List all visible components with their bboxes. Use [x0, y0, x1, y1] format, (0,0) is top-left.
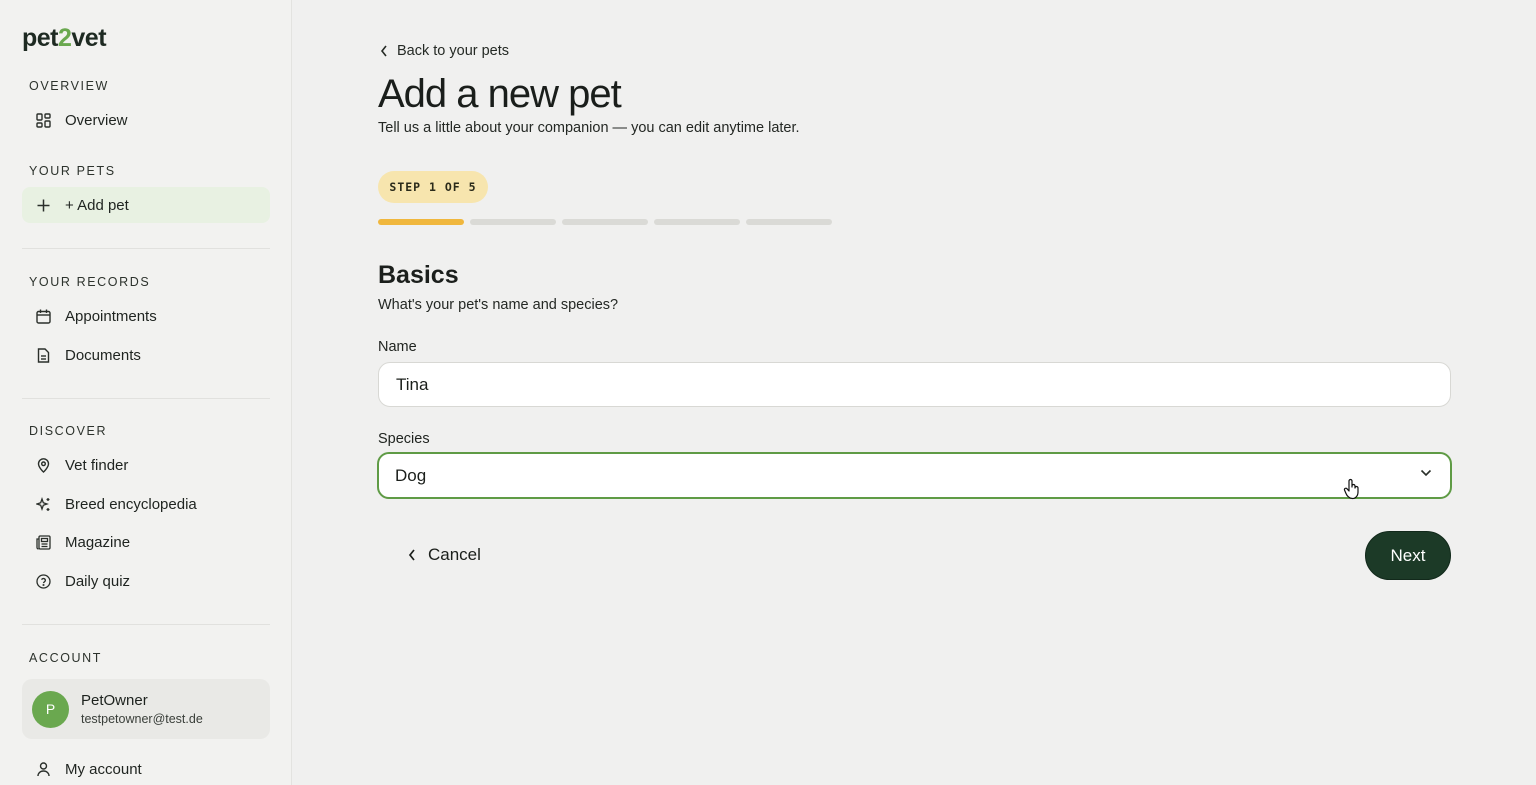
user-icon: [35, 761, 51, 777]
sidebar-item-label: Vet finder: [65, 456, 129, 474]
document-icon: [35, 347, 51, 363]
page-title: Add a new pet: [378, 72, 622, 116]
progress-segment: [746, 219, 832, 225]
chevron-down-icon: [1420, 469, 1432, 477]
calendar-icon: [35, 308, 51, 324]
sidebar: pet2vet OVERVIEW Overview YOUR PETS + Ad…: [0, 0, 292, 785]
newspaper-icon: [35, 534, 51, 550]
page-subtitle: Tell us a little about your companion — …: [378, 120, 800, 136]
species-select[interactable]: Dog: [377, 452, 1452, 499]
sidebar-item-my-account[interactable]: My account: [22, 751, 270, 785]
sidebar-item-label: Documents: [65, 346, 141, 364]
cancel-button[interactable]: Cancel: [398, 534, 491, 576]
logo-text-accent: 2: [58, 24, 72, 52]
account-email: testpetowner@test.de: [81, 712, 203, 726]
section-label-overview: OVERVIEW: [29, 79, 109, 93]
section-title: Basics: [378, 261, 459, 289]
sidebar-item-label: + Add pet: [65, 196, 129, 214]
brand-logo[interactable]: pet2vet: [22, 24, 107, 53]
name-input[interactable]: [378, 362, 1451, 407]
cancel-label: Cancel: [428, 545, 481, 564]
sidebar-item-breed-encyclopedia[interactable]: Breed encyclopedia: [22, 486, 270, 522]
sidebar-item-daily-quiz[interactable]: Daily quiz: [22, 563, 270, 599]
section-label-your-pets: YOUR PETS: [29, 164, 116, 178]
dashboard-grid-icon: [35, 112, 51, 128]
sidebar-item-add-pet[interactable]: + Add pet: [22, 187, 270, 223]
chevron-left-icon: [380, 45, 388, 57]
logo-text-suffix: vet: [71, 24, 107, 52]
map-pin-icon: [35, 457, 51, 473]
help-circle-icon: [35, 573, 51, 589]
step-progress-bar: [378, 219, 832, 225]
account-name: PetOwner: [81, 692, 148, 709]
account-card[interactable]: P PetOwner testpetowner@test.de: [22, 679, 270, 739]
hand-pointer-cursor-icon: [1343, 478, 1361, 505]
sidebar-item-magazine[interactable]: Magazine: [22, 524, 270, 560]
sidebar-item-label: Magazine: [65, 533, 131, 551]
sidebar-item-documents[interactable]: Documents: [22, 337, 270, 373]
next-button[interactable]: Next: [1365, 531, 1451, 580]
chevron-left-icon: [408, 549, 416, 561]
progress-segment: [470, 219, 556, 225]
step-badge: STEP 1 OF 5: [378, 171, 488, 203]
avatar: P: [32, 690, 69, 728]
sparkles-icon: [35, 496, 51, 512]
section-subtitle: What's your pet's name and species?: [378, 297, 619, 313]
sidebar-item-overview[interactable]: Overview: [22, 102, 270, 138]
next-label: Next: [1390, 545, 1426, 565]
logo-text-prefix: pet: [22, 24, 59, 52]
back-to-pets-link[interactable]: Back to your pets: [380, 42, 509, 60]
progress-segment: [654, 219, 740, 225]
progress-segment: [378, 219, 464, 225]
species-label: Species: [378, 431, 430, 447]
back-link-label: Back to your pets: [397, 43, 510, 59]
species-selected-value: Dog: [395, 465, 427, 485]
section-label-your-records: YOUR RECORDS: [29, 275, 151, 289]
sidebar-item-label: Appointments: [65, 307, 157, 325]
sidebar-item-label: Overview: [65, 111, 128, 129]
sidebar-divider: [22, 248, 270, 249]
section-label-account: ACCOUNT: [29, 651, 103, 665]
sidebar-item-label: Daily quiz: [65, 572, 131, 590]
name-label: Name: [378, 339, 417, 355]
account-info: PetOwner testpetowner@test.de: [81, 692, 203, 726]
sidebar-item-label: Breed encyclopedia: [65, 495, 197, 513]
plus-icon: [35, 197, 51, 213]
sidebar-divider: [22, 398, 270, 399]
section-label-discover: DISCOVER: [29, 424, 108, 438]
progress-segment: [562, 219, 648, 225]
sidebar-divider: [22, 624, 270, 625]
sidebar-item-vet-finder[interactable]: Vet finder: [22, 447, 270, 483]
sidebar-item-label: My account: [65, 760, 142, 778]
sidebar-item-appointments[interactable]: Appointments: [22, 298, 270, 334]
